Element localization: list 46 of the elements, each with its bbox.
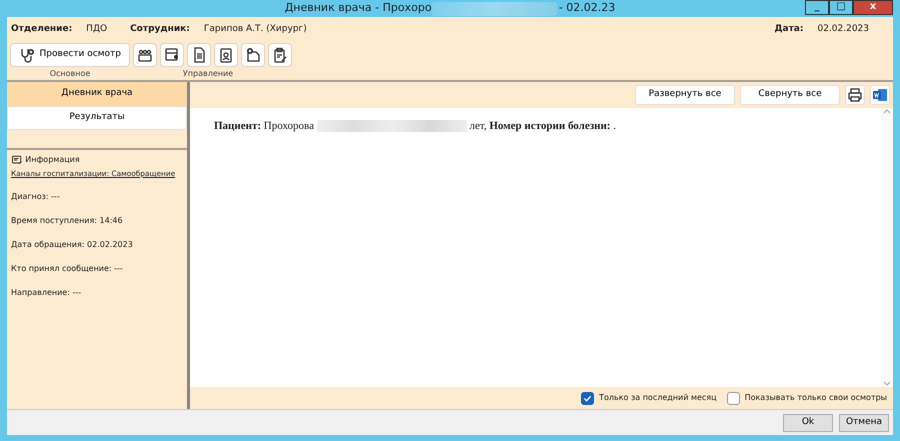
stethoscope-icon <box>19 47 36 63</box>
export-button[interactable] <box>870 85 890 105</box>
toolbar-button[interactable]: Свернуть все <box>740 85 840 105</box>
toolbar-button[interactable]: Развернуть все <box>635 85 735 105</box>
examine-button[interactable]: Провести осмотр <box>10 43 130 67</box>
field-value: ПДО <box>86 23 108 36</box>
info-text: Время поступления: 14:46 <box>11 215 124 228</box>
field-label: Отделение: <box>11 23 72 36</box>
badge-person-icon <box>218 47 234 63</box>
section-title: Информация <box>25 154 80 166</box>
toolbar-button[interactable] <box>268 43 292 67</box>
word-document-icon <box>872 87 888 103</box>
sidebar-tab[interactable]: Дневник врача <box>7 82 187 106</box>
checkbox-label: Показывать только свои осмотры <box>744 392 887 404</box>
field-label: Сотрудник: <box>130 23 190 36</box>
patient-line: Пациент: Прохорова лет, Номер истории болезни: . <box>214 119 617 134</box>
printer-icon <box>847 87 863 103</box>
toolbar-button[interactable] <box>241 43 265 67</box>
toolbar-button[interactable] <box>160 43 184 67</box>
group-icon <box>137 47 153 63</box>
print-button[interactable] <box>845 85 865 105</box>
info-text: Дата обращения: 02.02.2023 <box>11 239 134 252</box>
minimize-button[interactable]: _ <box>805 0 829 15</box>
info-text: Диагноз: --- <box>11 191 61 204</box>
close-button[interactable]: x <box>853 0 893 15</box>
checkbox-label: Только за последний месяц <box>599 392 717 404</box>
info-text: Кто принял сообщение: --- <box>11 263 124 276</box>
field-value: Гарипов А.Т. (Хирург) <box>204 23 307 36</box>
group-label: Управление <box>182 68 234 80</box>
checkbox[interactable] <box>581 392 594 404</box>
toolbar-button[interactable] <box>133 43 157 67</box>
toolbar-button[interactable] <box>187 43 211 67</box>
checkbox[interactable] <box>726 392 740 404</box>
clipboard-edit-icon <box>272 47 288 63</box>
field-value: 02.02.2023 <box>817 23 869 36</box>
cancel-button[interactable]: Отмена <box>839 414 889 432</box>
maximize-button[interactable]: □ <box>829 0 853 15</box>
field-label: Дата: <box>774 23 804 36</box>
toolbar-button[interactable] <box>214 43 238 67</box>
window-title: - 02.02.23 <box>558 0 616 16</box>
ok-button[interactable]: Ok <box>783 414 833 432</box>
info-text: Направление: --- <box>11 287 82 300</box>
sidebar-tab[interactable]: Результаты <box>7 106 187 130</box>
window-title: Дневник врача - Прохоро <box>284 0 432 16</box>
group-label: Основное <box>48 68 92 80</box>
note-icon <box>11 154 23 166</box>
